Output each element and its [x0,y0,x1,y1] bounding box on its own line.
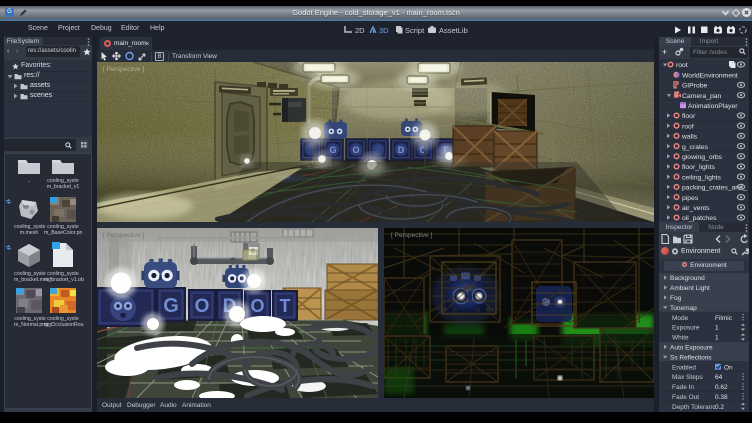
svg-text:Ss Reflections: Ss Reflections [670,354,712,361]
svg-text:floor: floor [682,113,696,120]
svg-text:0.62: 0.62 [715,384,728,391]
svg-text:Mode: Mode [672,315,689,322]
svg-text:Ambient Light: Ambient Light [670,285,710,292]
svg-text:Background: Background [670,275,705,282]
svg-text:0.2: 0.2 [715,404,724,411]
svg-text:Tonemap: Tonemap [670,305,697,312]
svg-text:64: 64 [715,374,723,381]
svg-text:root: root [676,62,688,69]
svg-text:Script: Script [405,26,425,35]
svg-text:WorldEnvironment: WorldEnvironment [682,72,738,79]
svg-text:Fog: Fog [670,295,682,302]
svg-text:Max Steps: Max Steps [672,374,703,381]
svg-text:Enabled: Enabled [672,364,696,371]
svg-text:O: O [195,296,210,317]
svg-text:T: T [280,296,291,316]
svg-text:Fade In: Fade In [672,384,694,391]
svg-text:walls: walls [681,134,698,141]
svg-text:pipes: pipes [682,195,699,202]
svg-text:Filmic: Filmic [715,315,733,322]
svg-text:air_vents: air_vents [682,205,710,212]
svg-text:White: White [672,335,689,342]
svg-text:Fade Out: Fade Out [672,394,699,401]
svg-text:1: 1 [715,325,719,332]
svg-text:glowing_orbs: glowing_orbs [682,154,723,161]
svg-text:[ Perspective ]: [ Perspective ] [103,66,144,73]
svg-text:Depth Toleranc: Depth Toleranc [672,404,716,411]
svg-text:Exposure: Exposure [672,325,700,332]
svg-text:Auto Exposure: Auto Exposure [670,345,713,352]
svg-text:O: O [250,296,264,316]
svg-text:3D: 3D [379,26,389,35]
svg-text:roof: roof [682,123,694,130]
svg-text:g_crates: g_crates [682,144,709,151]
svg-text:GIProbe: GIProbe [682,83,708,90]
svg-text:2D: 2D [355,26,365,35]
svg-text:1: 1 [715,335,719,342]
svg-text:floor_lights: floor_lights [682,164,715,171]
svg-text:[ Perspective ]: [ Perspective ] [103,232,144,239]
svg-text:On: On [724,364,733,371]
svg-text:0.38: 0.38 [715,394,728,401]
svg-text:[ Perspective ]: [ Perspective ] [391,232,432,239]
svg-text:Camera_pan: Camera_pan [682,93,722,100]
svg-text:G: G [163,295,179,317]
svg-text:ceiling_lights: ceiling_lights [682,174,722,181]
svg-text:AnimationPlayer: AnimationPlayer [688,103,738,110]
svg-text:AssetLib: AssetLib [439,26,468,35]
svg-text:oil_patches: oil_patches [682,215,717,222]
